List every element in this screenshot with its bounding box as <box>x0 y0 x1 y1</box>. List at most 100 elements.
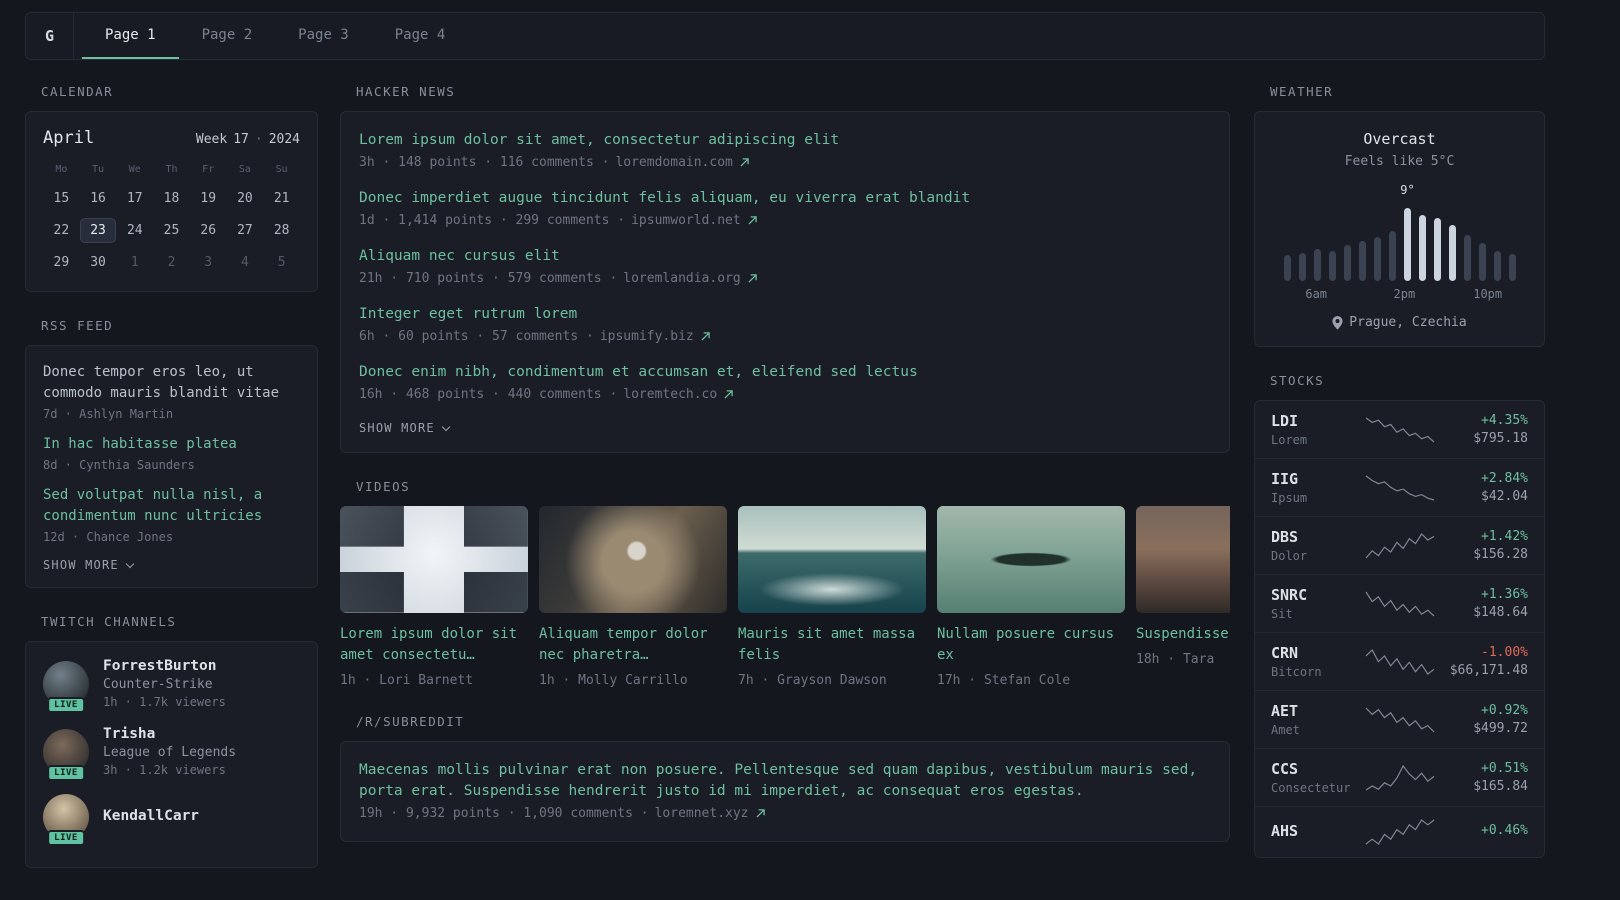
calendar-week-number: 17 <box>233 132 249 147</box>
calendar-week-info: Week 17 · 2024 <box>196 132 300 147</box>
tab-page-3[interactable]: Page 3 <box>275 13 372 59</box>
videos-section-title: VIDEOS <box>356 479 411 495</box>
stock-symbol: AET <box>1271 702 1299 720</box>
hn-item-link[interactable]: Donec enim nibh, condimentum et accumsan… <box>359 362 1211 383</box>
external-link-icon <box>748 274 757 283</box>
weather-bar <box>1343 245 1351 281</box>
twitch-channel-kendallcarr[interactable]: LIVE KendallCarr <box>43 794 300 846</box>
rss-item: Sed volutpat nulla nisl, a condimentum n… <box>43 485 300 544</box>
hn-item-domain-link[interactable]: loremtech.co <box>623 387 717 402</box>
calendar-day-next-month: 3 <box>204 255 213 270</box>
stock-row-ccs[interactable]: CCS Consectetur +0.51% $165.84 <box>1255 748 1544 806</box>
video-title-link[interactable]: Lorem ipsum dolor sit amet consectetu… <box>340 624 528 666</box>
calendar-dow: Fr <box>202 164 215 175</box>
weather-bar <box>1478 243 1486 281</box>
stock-symbol: CRN <box>1271 644 1299 662</box>
video-title-link[interactable]: Mauris sit amet massa felis <box>738 624 926 666</box>
hn-show-more-label: SHOW MORE <box>359 421 435 436</box>
tab-page-1[interactable]: Page 1 <box>82 13 179 59</box>
stock-identity: LDI Lorem <box>1271 412 1359 447</box>
hn-item-link[interactable]: Lorem ipsum dolor sit amet, consectetur … <box>359 130 1211 151</box>
weather-bar <box>1448 225 1456 281</box>
video-thumbnail[interactable] <box>738 506 926 614</box>
stock-name: Ipsum <box>1271 491 1308 505</box>
stock-values: +2.84% $42.04 <box>1440 471 1528 504</box>
page-tabs: Page 1 Page 2 Page 3 Page 4 <box>82 13 468 59</box>
video-card: Suspendisse diam 18h · Tara <box>1136 506 1230 688</box>
rss-item-link[interactable]: Donec tempor eros leo, ut commodo mauris… <box>43 362 300 404</box>
calendar-day: 27 <box>237 223 253 238</box>
video-thumbnail[interactable] <box>539 506 727 614</box>
stock-row-ldi[interactable]: LDI Lorem +4.35% $795.18 <box>1255 401 1544 458</box>
stock-sparkline <box>1359 706 1440 734</box>
video-title-link[interactable]: Suspendisse diam <box>1136 624 1230 645</box>
subreddit-post-meta: 19h · 9,932 points · 1,090 comments · lo… <box>359 806 1211 821</box>
subreddit-post-domain-link[interactable]: loremnet.xyz <box>655 806 749 821</box>
calendar-day: 21 <box>273 191 290 206</box>
subreddit-post-link[interactable]: Maecenas mollis pulvinar erat non posuer… <box>359 760 1211 802</box>
stock-name: Dolor <box>1271 549 1308 563</box>
app-logo[interactable]: G <box>26 13 74 59</box>
twitch-channel-category: Counter-Strike <box>103 677 213 692</box>
calendar-dow: Tu <box>92 164 105 175</box>
stock-price: $42.04 <box>1481 489 1528 504</box>
twitch-channel-trisha[interactable]: LIVE Trisha League of Legends 3h · 1.2k … <box>43 726 300 781</box>
stocks-widget: STOCKS LDI Lorem +4.35% $795.18 IIG Ipsu… <box>1254 373 1545 858</box>
hn-item-link[interactable]: Aliquam nec cursus elit <box>359 246 1211 267</box>
hn-item-domain-link[interactable]: loremlandia.org <box>623 271 740 286</box>
video-title-link[interactable]: Aliquam tempor dolor nec pharetra… <box>539 624 727 666</box>
stock-sparkline <box>1359 590 1440 618</box>
video-thumbnail[interactable] <box>340 506 528 614</box>
stock-name: Amet <box>1271 723 1300 737</box>
external-link-icon <box>740 158 749 167</box>
stock-identity: CRN Bitcorn <box>1271 644 1359 679</box>
weather-condition: Overcast <box>1363 130 1436 148</box>
stock-row-aet[interactable]: AET Amet +0.92% $499.72 <box>1255 690 1544 748</box>
calendar-day: 15 <box>53 191 70 206</box>
chevron-down-icon <box>441 422 451 431</box>
video-thumbnail[interactable] <box>937 506 1125 614</box>
hn-item-domain-link[interactable]: ipsumify.biz <box>600 329 694 344</box>
hn-item-domain-link[interactable]: ipsumworld.net <box>631 213 741 228</box>
weather-location: Prague, Czechia <box>1271 315 1528 330</box>
stock-name: Lorem <box>1271 433 1308 447</box>
stock-change: -1.00% <box>1481 645 1528 660</box>
avatar: LIVE <box>43 794 89 846</box>
stock-sparkline-svg <box>1365 819 1434 845</box>
calendar-day: 24 <box>126 223 143 238</box>
stock-row-dbs[interactable]: DBS Dolor +1.42% $156.28 <box>1255 516 1544 574</box>
tab-page-2[interactable]: Page 2 <box>179 13 276 59</box>
stock-identity: CCS Consectetur <box>1271 760 1359 795</box>
twitch-channel-forrestburton[interactable]: LIVE ForrestBurton Counter-Strike 1h · 1… <box>43 658 300 713</box>
stock-row-snrc[interactable]: SNRC Sit +1.36% $148.64 <box>1255 574 1544 632</box>
hn-item-link[interactable]: Donec imperdiet augue tincidunt felis al… <box>359 188 1211 209</box>
tab-page-4[interactable]: Page 4 <box>372 13 469 59</box>
stock-identity: IIG Ipsum <box>1271 470 1359 505</box>
twitch-channel-info: KendallCarr <box>103 808 199 827</box>
calendar-day: 22 <box>53 223 70 238</box>
hn-show-more-button[interactable]: SHOW MORE <box>359 421 451 436</box>
video-thumbnail[interactable] <box>1136 506 1230 614</box>
rss-item-link[interactable]: In hac habitasse platea <box>43 434 300 455</box>
stock-row-iig[interactable]: IIG Ipsum +2.84% $42.04 <box>1255 458 1544 516</box>
weather-bar <box>1463 235 1471 281</box>
stock-row-ahs[interactable]: AHS +0.46% <box>1255 806 1544 857</box>
calendar-header: April Week 17 · 2024 <box>43 128 300 148</box>
avatar: LIVE <box>43 660 89 713</box>
hn-item-domain-link[interactable]: loremdomain.com <box>615 155 732 170</box>
calendar-day: 17 <box>126 191 143 206</box>
stock-change: +2.84% <box>1481 471 1528 486</box>
location-pin-icon <box>1332 315 1343 330</box>
calendar-grid: Mo Tu We Th Fr Sa Su 15 16 17 18 19 20 2… <box>43 160 300 275</box>
rss-item: Donec tempor eros leo, ut commodo mauris… <box>43 362 300 421</box>
rss-show-more-button[interactable]: SHOW MORE <box>43 558 135 572</box>
video-card: Mauris sit amet massa felis 7h · Grayson… <box>738 506 926 688</box>
content-columns: CALENDAR April Week 17 · 2024 Mo Tu We T… <box>25 84 1545 894</box>
stock-row-crn[interactable]: CRN Bitcorn -1.00% $66,171.48 <box>1255 632 1544 690</box>
video-title-link[interactable]: Nullam posuere cursus ex <box>937 624 1125 666</box>
rss-item-link[interactable]: Sed volutpat nulla nisl, a condimentum n… <box>43 485 300 527</box>
hn-item-link[interactable]: Integer eget rutrum lorem <box>359 304 1211 325</box>
stock-symbol: IIG <box>1271 470 1299 488</box>
video-meta: 7h · Grayson Dawson <box>738 673 887 689</box>
weather-hourly-chart: 9° <box>1277 183 1522 281</box>
